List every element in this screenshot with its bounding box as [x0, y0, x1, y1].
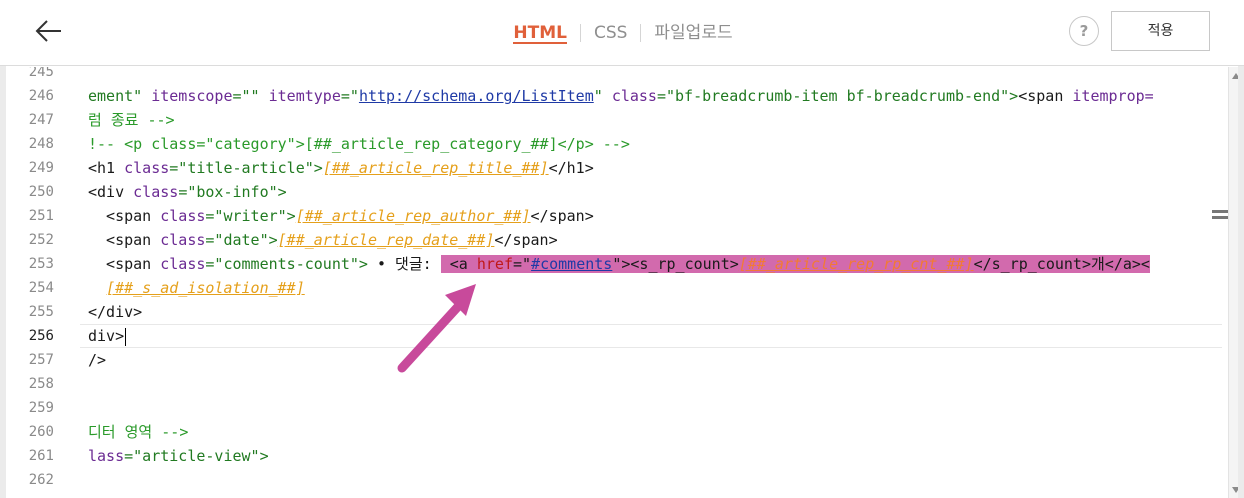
line-number: 249: [28, 160, 54, 176]
tab-divider: [579, 24, 581, 42]
line-number: 246: [28, 88, 54, 104]
line-number: 258: [28, 376, 54, 392]
code-line: ement" itemscope="" itemtype="http://sch…: [88, 87, 1154, 105]
active-line-highlight: [80, 324, 1222, 348]
scroll-thumb[interactable]: [1212, 207, 1228, 231]
vertical-scrollbar[interactable]: [1228, 67, 1238, 498]
code-line: 디터 영역 -->: [88, 423, 189, 441]
apply-button[interactable]: 적용: [1111, 11, 1210, 51]
line-number: 255: [28, 304, 54, 320]
line-number: 250: [28, 184, 54, 200]
line-number: 262: [28, 472, 54, 488]
help-button[interactable]: ?: [1069, 16, 1099, 46]
line-number: 252: [28, 232, 54, 248]
line-number: 261: [28, 448, 54, 464]
line-number: 260: [28, 424, 54, 440]
line-number: 254: [28, 280, 54, 296]
code-editor[interactable]: 245 246 247 248 249 250 251 252 253 254 …: [6, 67, 1238, 498]
line-number: 247: [28, 112, 54, 128]
code-line: <span class="comments-count"> • 댓글: <a h…: [88, 255, 1150, 273]
scroll-up-icon[interactable]: [1232, 73, 1238, 79]
code-line: !-- <p class="category">[##_article_rep_…: [88, 135, 630, 153]
code-line: </div>: [88, 303, 143, 321]
line-number: 251: [28, 208, 54, 224]
text-caret: [125, 327, 127, 346]
line-number-active: 256: [28, 328, 54, 344]
tab-divider: [640, 24, 642, 42]
annotation-arrow-icon: [397, 284, 476, 373]
line-number-gutter: 245 246 247 248 249 250 251 252 253 254 …: [6, 67, 80, 498]
line-number: 257: [28, 352, 54, 368]
line-number: 253: [28, 256, 54, 272]
code-line: <span class="date">[##_article_rep_date_…: [88, 231, 558, 249]
code-line: 럼 종료 -->: [88, 111, 175, 129]
line-number: 248: [28, 136, 54, 152]
code-line: lass="article-view">: [88, 447, 269, 465]
code-line: [##_s_ad_isolation_##]: [106, 279, 305, 297]
tab-css[interactable]: CSS: [594, 0, 627, 66]
code-line: <span class="writer">[##_article_rep_aut…: [88, 207, 594, 225]
editor-header: HTML CSS 파일업로드 ? 적용: [0, 0, 1244, 66]
code-line-active: div>: [88, 327, 127, 346]
code-line: />: [88, 351, 107, 369]
right-frame-edge: [1238, 0, 1244, 498]
selected-text: <a href="#comments"><s_rp_count>[##_arti…: [440, 255, 1150, 273]
code-line: <h1 class="title-article">[##_article_re…: [88, 159, 594, 177]
tab-html[interactable]: HTML: [513, 0, 567, 66]
line-number: 259: [28, 400, 54, 416]
scroll-down-icon[interactable]: [1232, 487, 1238, 493]
code-line: <div class="box-info">: [88, 183, 287, 201]
line-number: 245: [28, 67, 54, 80]
tab-bar: HTML CSS 파일업로드: [0, 0, 1244, 66]
tab-file-upload[interactable]: 파일업로드: [654, 0, 732, 66]
